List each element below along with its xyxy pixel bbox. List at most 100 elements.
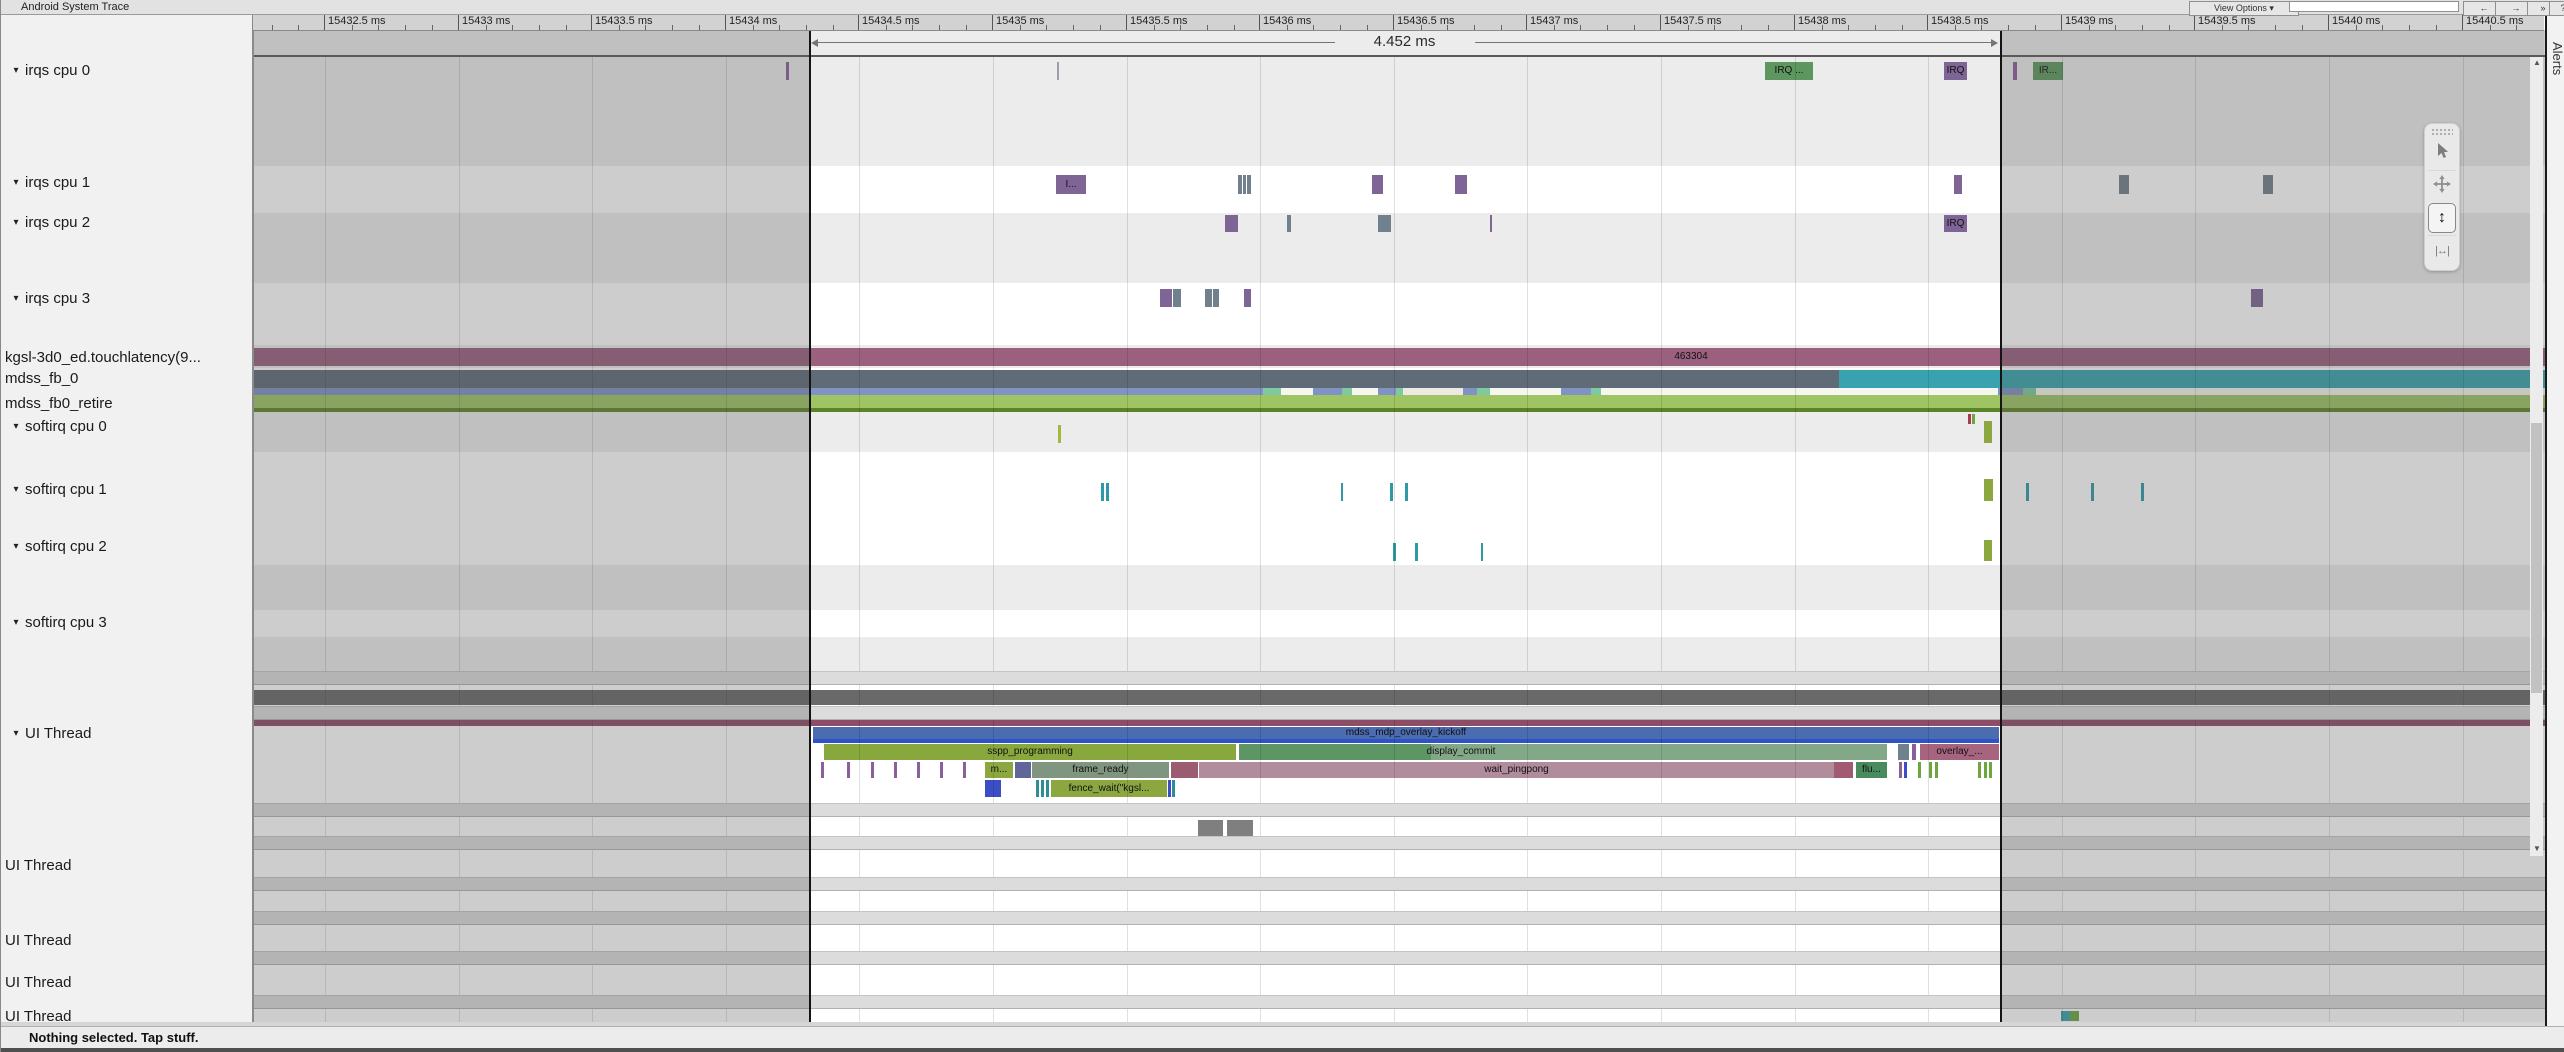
trace-slice[interactable]	[1341, 483, 1343, 501]
trace-slice[interactable]	[1490, 388, 1561, 395]
scroll-up-arrow-icon[interactable]: ▲	[2531, 57, 2543, 69]
trace-slice[interactable]	[1172, 780, 1175, 797]
trace-slice[interactable]	[1477, 388, 1490, 395]
trace-slice[interactable]	[1984, 762, 1987, 778]
collapse-triangle-icon[interactable]: ▾	[7, 617, 25, 628]
trace-slice[interactable]	[1243, 175, 1246, 194]
trace-slice-labeled[interactable]: 463304	[1656, 348, 1726, 366]
trace-slice[interactable]	[963, 762, 966, 778]
trace-slice[interactable]	[1041, 780, 1044, 797]
trace-slice[interactable]	[1978, 762, 1981, 778]
process-header-row[interactable]: ▾kworker/u8:5 (pid 9667)	[1, 836, 2546, 850]
trace-slice[interactable]	[253, 408, 2546, 412]
trace-slice[interactable]	[1393, 543, 1396, 561]
trace-slice[interactable]	[1972, 414, 1975, 424]
trace-slice[interactable]	[1244, 289, 1251, 307]
trace-slice[interactable]	[871, 762, 874, 778]
trace-slice[interactable]	[1481, 543, 1483, 561]
sidebar-track-label[interactable]: ▾irqs cpu 3	[1, 289, 251, 307]
trace-slice[interactable]	[1058, 425, 1061, 443]
process-header-row[interactable]: ▾mdss_fb0 (pid 6848)	[1, 706, 2546, 720]
trace-slice[interactable]	[2070, 1011, 2079, 1021]
trace-slice-labeled[interactable]: I...	[1056, 175, 1086, 194]
collapse-triangle-icon[interactable]: ▾	[7, 217, 25, 228]
trace-slice[interactable]	[1372, 175, 1383, 194]
trace-slice[interactable]	[253, 720, 2546, 726]
sidebar-track-label[interactable]: kgsl-3d0_ed.touchlatency(9...	[1, 348, 251, 366]
trace-slice[interactable]	[2013, 62, 2017, 80]
trace-slice[interactable]	[894, 762, 897, 778]
trace-slice[interactable]	[1313, 388, 1342, 395]
sidebar-track-label[interactable]: ▾irqs cpu 2	[1, 213, 251, 231]
process-header-row[interactable]: ▾kworker/u8:2 (pid 9628)	[1, 951, 2546, 965]
trace-slice-labeled[interactable]: IRQ ...	[1765, 62, 1813, 80]
drag-handle[interactable]	[2431, 128, 2453, 136]
trace-slice[interactable]	[1912, 744, 1916, 760]
trace-slice-labeled[interactable]: wait_pingpong	[1199, 762, 1834, 778]
sidebar-track-label[interactable]: ▾softirq cpu 2	[1, 537, 251, 555]
trace-slice-labeled[interactable]: mdss_mdp_overlay_kickoff	[813, 727, 1999, 739]
trace-slice[interactable]	[1899, 762, 1902, 778]
scroll-down-arrow-icon[interactable]: ▼	[2531, 843, 2543, 855]
trace-slice[interactable]	[2119, 175, 2129, 194]
trace-slice[interactable]	[847, 762, 850, 778]
trace-slice[interactable]	[1935, 762, 1938, 778]
trace-slice[interactable]	[1405, 483, 1408, 501]
sidebar-track-label[interactable]: UI Thread	[1, 931, 251, 949]
collapse-triangle-icon[interactable]: ▾	[7, 421, 25, 432]
trace-slice[interactable]	[1954, 175, 1962, 194]
trace-slice[interactable]	[1106, 483, 1109, 501]
trace-slice[interactable]	[1998, 388, 2023, 395]
trace-slice[interactable]	[1171, 762, 1198, 778]
trace-slice[interactable]	[1929, 762, 1932, 778]
sidebar-track-label[interactable]: ▾softirq cpu 1	[1, 480, 251, 498]
help-button[interactable]: ?	[2549, 1, 2564, 16]
trace-slice-labeled[interactable]: sspp_programming	[824, 744, 1236, 760]
trace-slice[interactable]	[1239, 744, 1431, 760]
process-header-row[interactable]: ▸com.prefabulated.touchlatency (pid 9564…	[1, 671, 2546, 685]
trace-slice[interactable]	[1898, 744, 1909, 760]
selection-tool-button[interactable]	[2428, 138, 2456, 168]
trace-slice[interactable]	[1101, 483, 1104, 501]
trace-slice[interactable]	[1455, 175, 1467, 194]
sidebar-track-label[interactable]: ▾irqs cpu 1	[1, 173, 251, 191]
trace-slice[interactable]	[1378, 388, 1396, 395]
trace-slice[interactable]	[1396, 388, 1403, 395]
process-header-row[interactable]: ▾kworker/u9:1 (pid 9641)	[1, 995, 2546, 1009]
trace-slice[interactable]	[1225, 215, 1238, 232]
collapse-triangle-icon[interactable]: ▾	[7, 728, 25, 739]
trace-slice-labeled[interactable]: frame_ready	[1032, 762, 1169, 778]
trace-slice[interactable]	[1561, 388, 1591, 395]
collapse-triangle-icon[interactable]: ▾	[7, 484, 25, 495]
zoom-tool-button[interactable]: ↕	[2428, 203, 2456, 233]
trace-slice[interactable]	[1036, 780, 1039, 797]
search-input[interactable]	[2289, 1, 2459, 12]
trace-slice[interactable]	[2141, 483, 2144, 501]
trace-slice[interactable]	[1839, 370, 2546, 388]
sidebar-track-label[interactable]: UI Thread	[1, 856, 251, 874]
trace-slice[interactable]	[1591, 388, 1601, 395]
trace-slice[interactable]	[2091, 483, 2094, 501]
trace-slice[interactable]	[917, 762, 920, 778]
trace-slice[interactable]	[1173, 289, 1181, 307]
process-header-row[interactable]: ▸kworker/u8:8 (pid 892)	[1, 877, 2546, 891]
collapse-triangle-icon[interactable]: ▾	[7, 177, 25, 188]
timing-tool-button[interactable]: |↔|	[2428, 235, 2456, 266]
trace-slice[interactable]	[985, 780, 1001, 797]
trace-slice[interactable]	[1403, 388, 1463, 395]
collapse-triangle-icon[interactable]: ▾	[7, 541, 25, 552]
trace-slice-labeled[interactable]: overlay_...	[1920, 744, 1999, 760]
trace-slice[interactable]	[813, 739, 1999, 743]
trace-slice[interactable]	[1213, 289, 1219, 307]
sidebar-track-label[interactable]: ▾softirq cpu 3	[1, 613, 251, 631]
collapse-triangle-icon[interactable]: ▾	[7, 65, 25, 76]
trace-slice[interactable]	[2251, 289, 2263, 307]
trace-slice[interactable]	[1968, 414, 1971, 424]
trace-slice[interactable]	[253, 348, 2546, 366]
trace-slice[interactable]	[821, 762, 824, 778]
trace-slice-labeled[interactable]: m...	[985, 762, 1013, 778]
trace-slice[interactable]	[2023, 388, 2036, 395]
process-header-row[interactable]: ▸kworker/u8:1 (pid 9673)	[1, 803, 2546, 817]
trace-slice[interactable]	[1352, 388, 1378, 395]
trace-slice[interactable]	[1247, 175, 1251, 194]
